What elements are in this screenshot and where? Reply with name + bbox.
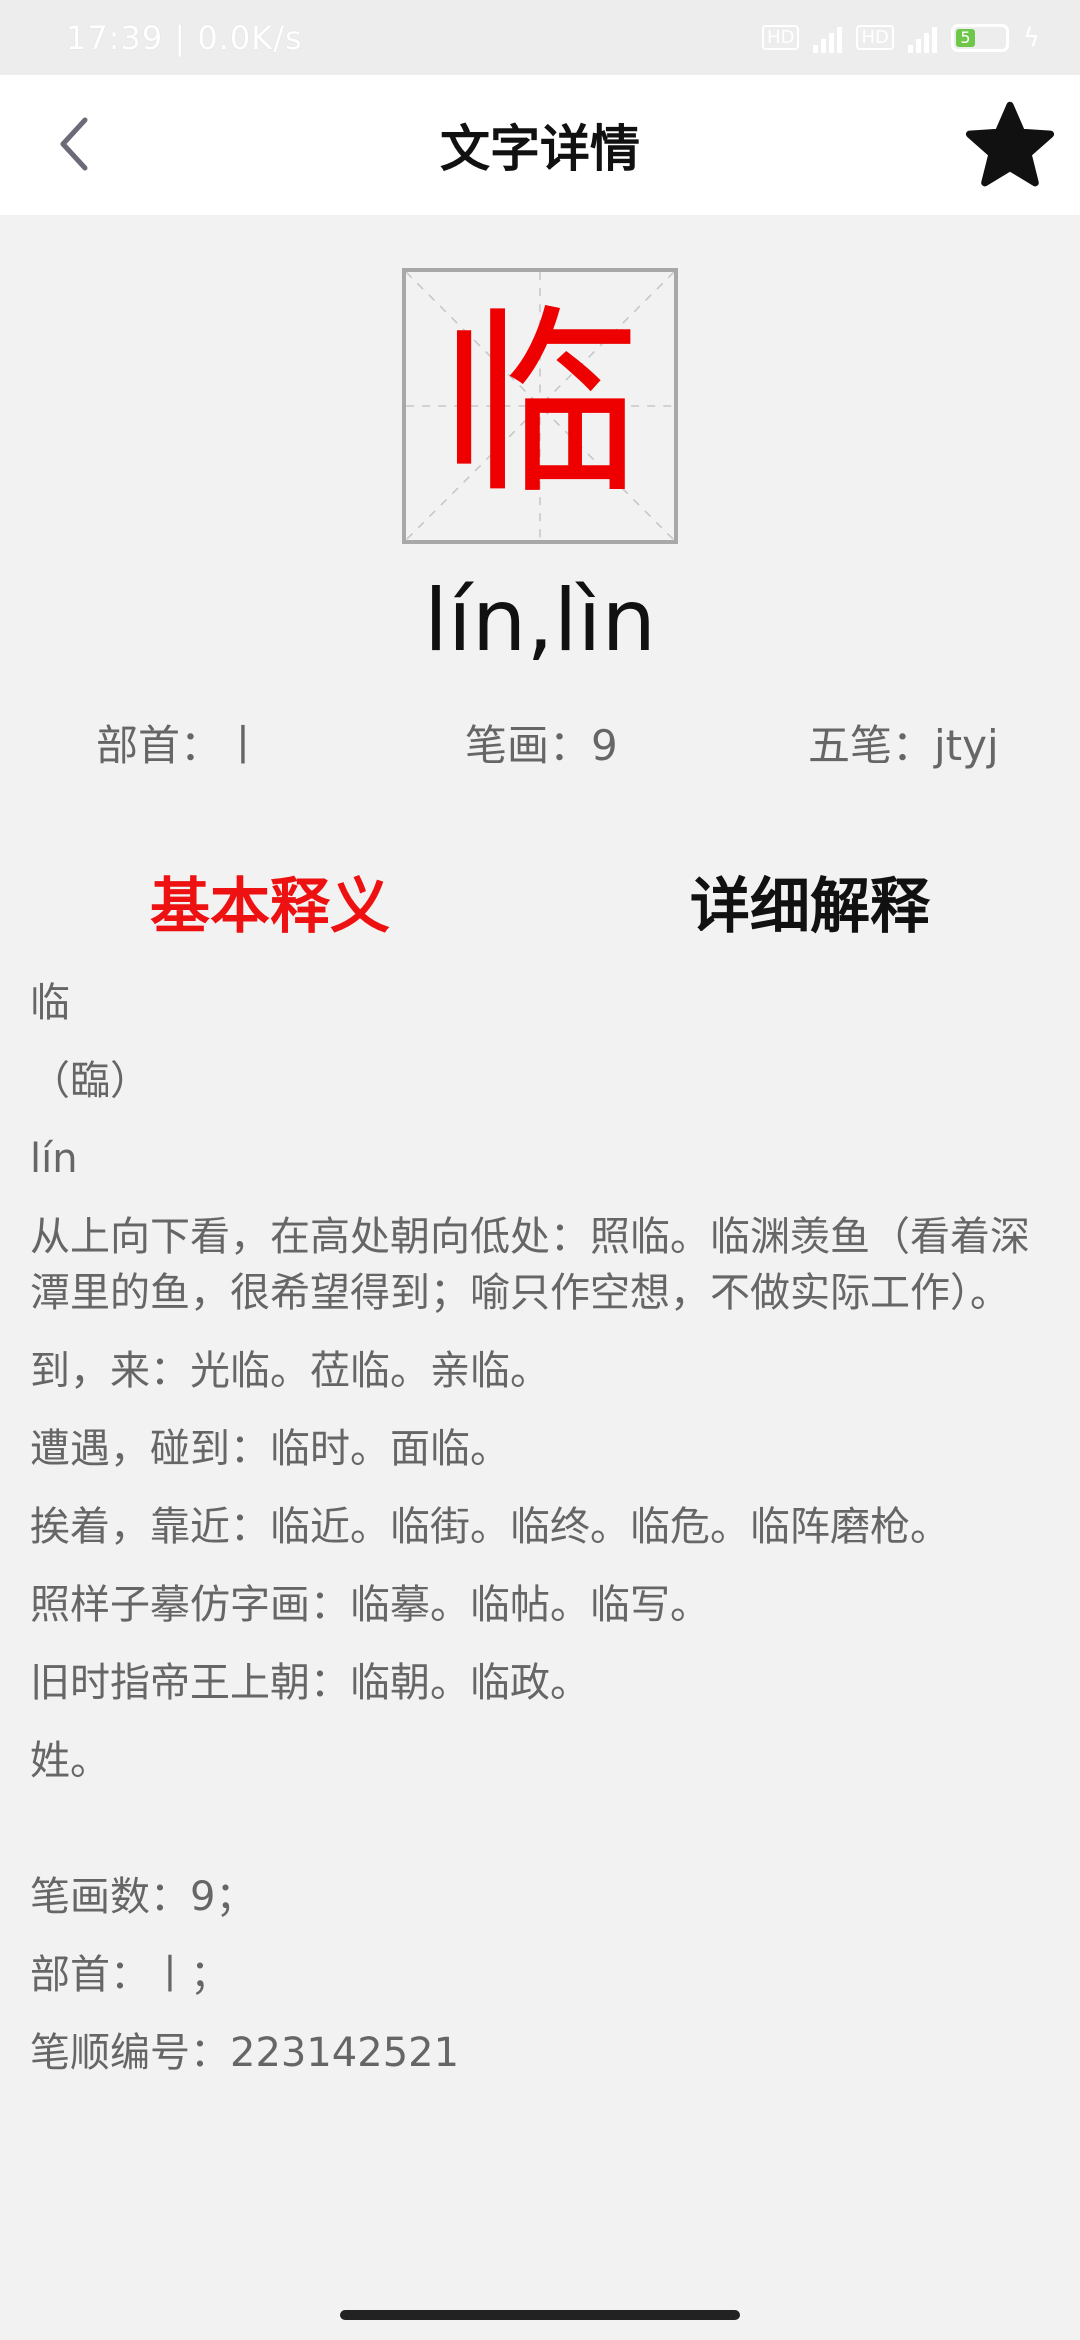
definition-line: lín [30,1136,78,1182]
signal-icon [813,23,843,53]
status-time: 17:39 | 0.0K/s [66,18,303,57]
favorite-button[interactable] [962,97,1058,193]
hd-icon: HD [856,25,894,50]
tab-detailed-explanation[interactable]: 详细解释 [690,858,930,945]
page-title: 文字详情 [440,120,640,178]
title-bar: 文字详情 [0,75,1080,215]
footer-line: 部首：丨； [30,1952,230,1998]
character-grid-box: 临 [402,268,678,544]
pinyin: lín,lìn [424,571,656,671]
wubi-info: 五笔：jtyj [808,721,999,770]
home-indicator[interactable] [340,2310,740,2320]
back-button[interactable] [40,109,110,179]
definition-line: 挨着，靠近：临近。临街。临终。临危。临阵磨枪。 [30,1504,950,1550]
character-meta: 部首：丨 笔画：9 五笔：jtyj [0,712,1080,772]
footer-line: 笔画数：9； [30,1874,256,1920]
definition-line: （臨） [30,1058,150,1104]
stroke-count-info: 笔画：9 [465,721,618,770]
definition-content: 临 （臨） lín 从上向下看，在高处朝向低处：照临。临渊羡鱼（看着深潭里的鱼，… [30,975,1050,2103]
radical-info: 部首：丨 [96,721,265,770]
definition-line: 从上向下看，在高处朝向低处：照临。临渊羡鱼（看着深潭里的鱼，很希望得到；喻只作空… [30,1214,1030,1316]
definition-line: 遭遇，碰到：临时。面临。 [30,1426,510,1472]
status-bar: 17:39 | 0.0K/s HD HD 5 ϟ [0,0,1080,75]
battery-level: 5 [955,28,976,47]
signal-icon [907,23,937,53]
footer-line: 笔顺编号：223142521 [30,2030,460,2076]
battery-icon: 5 [950,23,1009,52]
charging-icon: ϟ [1022,22,1040,53]
tab-basic-meaning[interactable]: 基本释义 [150,858,390,945]
star-icon [965,101,1055,187]
definition-line: 旧时指帝王上朝：临朝。临政。 [30,1660,590,1706]
definition-line: 到，来：光临。莅临。亲临。 [30,1348,550,1394]
definition-line: 照样子摹仿字画：临摹。临帖。临写。 [30,1582,710,1628]
chevron-left-icon [60,117,88,171]
definition-line: 临 [30,980,70,1026]
character-glyph: 临 [439,289,640,522]
status-icons: HD HD 5 ϟ [762,23,1040,53]
hd-icon: HD [762,25,800,50]
definition-line: 姓。 [30,1738,110,1784]
